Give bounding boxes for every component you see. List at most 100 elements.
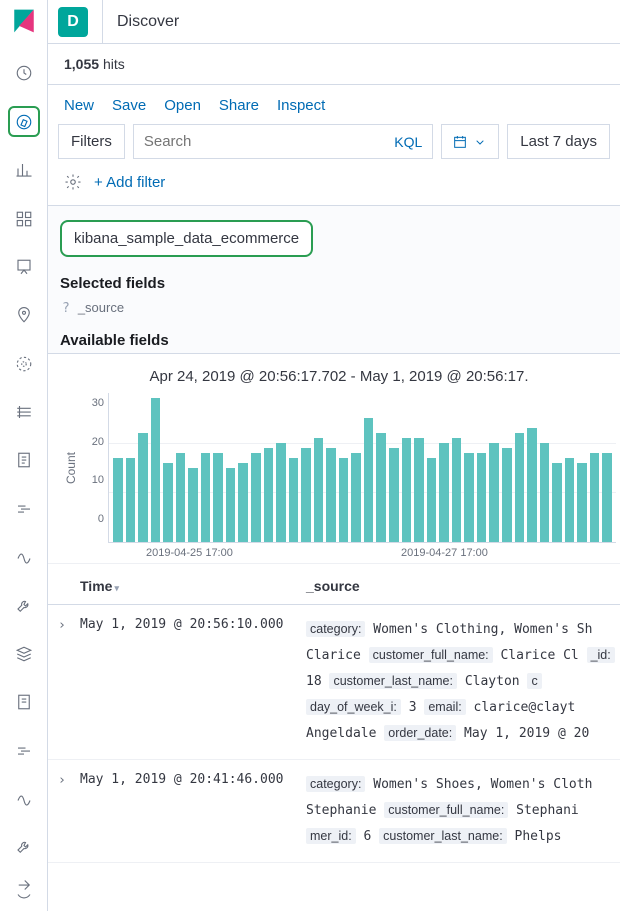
histogram-bar[interactable]: [527, 428, 537, 542]
share-button[interactable]: Share: [219, 97, 259, 114]
histogram-bar[interactable]: [540, 443, 550, 542]
histogram-bar[interactable]: [489, 443, 499, 542]
expand-row-icon[interactable]: ›: [48, 617, 76, 633]
expand-row-icon[interactable]: ›: [48, 772, 76, 788]
main-content: D Discover 1,055 hits New Save Open Shar…: [48, 0, 620, 911]
histogram-bar[interactable]: [226, 468, 236, 543]
yaxis-label: Count: [62, 452, 80, 484]
histogram-bar[interactable]: [565, 458, 575, 542]
selected-fields-heading: Selected fields: [48, 269, 620, 296]
col-time-header[interactable]: Time▾: [76, 578, 306, 594]
histogram-chart[interactable]: Count 30 20 10 0: [62, 393, 616, 543]
cell-time: May 1, 2019 @ 20:56:10.000: [76, 617, 306, 632]
chevron-down-icon: [472, 134, 488, 150]
histogram-bar[interactable]: [151, 398, 161, 542]
histogram-bar[interactable]: [213, 453, 223, 542]
histogram-bar[interactable]: [402, 438, 412, 542]
histogram-bar[interactable]: [314, 438, 324, 542]
histogram-bars[interactable]: [108, 393, 616, 543]
ml-icon[interactable]: [8, 348, 40, 378]
histogram-bar[interactable]: [326, 448, 336, 542]
dashboard-icon[interactable]: [8, 203, 40, 233]
histogram-bar[interactable]: [289, 458, 299, 542]
histogram-bar[interactable]: [339, 458, 349, 542]
yaxis-ticks: 30 20 10 0: [80, 393, 108, 543]
histogram-bar[interactable]: [439, 443, 449, 542]
histogram-bar[interactable]: [590, 453, 600, 542]
search-input[interactable]: [144, 133, 386, 150]
histogram-bar[interactable]: [502, 448, 512, 542]
index-pattern-selector[interactable]: kibana_sample_data_ecommerce: [60, 220, 313, 257]
visualize-icon[interactable]: [8, 155, 40, 185]
date-range-display[interactable]: Last 7 days: [507, 124, 610, 159]
logs-icon[interactable]: [8, 445, 40, 475]
open-button[interactable]: Open: [164, 97, 201, 114]
left-nav: [0, 0, 48, 911]
query-bar: Filters KQL Last 7 days: [48, 124, 620, 169]
histogram-bar[interactable]: [577, 463, 587, 542]
selected-field-source[interactable]: ?_source: [48, 296, 620, 326]
histogram-bar[interactable]: [163, 463, 173, 542]
table-header: Time▾ _source: [48, 564, 620, 605]
histogram-bar[interactable]: [364, 418, 374, 542]
histogram-bar[interactable]: [376, 433, 386, 542]
new-button[interactable]: New: [64, 97, 94, 114]
histogram-bar[interactable]: [427, 458, 437, 542]
filter-controls: + Add filter: [48, 169, 620, 206]
gear-icon[interactable]: [64, 173, 82, 191]
histogram-bar[interactable]: [452, 438, 462, 542]
histogram-bar[interactable]: [389, 448, 399, 542]
histogram-bar[interactable]: [238, 463, 248, 542]
recent-icon[interactable]: [8, 58, 40, 88]
kql-toggle[interactable]: KQL: [394, 134, 422, 150]
col-source-header[interactable]: _source: [306, 578, 620, 594]
histogram-bar[interactable]: [477, 453, 487, 542]
maps-icon[interactable]: [8, 300, 40, 330]
histogram-bar[interactable]: [251, 453, 261, 542]
add-filter-link[interactable]: + Add filter: [94, 174, 165, 191]
discover-icon[interactable]: [8, 106, 40, 137]
apm2-icon[interactable]: [8, 735, 40, 765]
histogram-bar[interactable]: [414, 438, 424, 542]
histogram-bar[interactable]: [201, 453, 211, 542]
cell-source: category: Women's Shoes, Women's Cloth S…: [306, 772, 620, 850]
datepicker-button[interactable]: [441, 124, 499, 159]
available-fields-heading[interactable]: Available fields: [48, 326, 620, 353]
save-button[interactable]: Save: [112, 97, 146, 114]
cell-source: category: Women's Clothing, Women's Sh C…: [306, 617, 620, 747]
histogram-bar[interactable]: [351, 453, 361, 542]
uptime2-icon[interactable]: [8, 784, 40, 814]
histogram-bar[interactable]: [188, 468, 198, 543]
apm-icon[interactable]: [8, 494, 40, 524]
histogram-bar[interactable]: [138, 433, 148, 542]
histogram-bar[interactable]: [602, 453, 612, 542]
histogram-bar[interactable]: [552, 463, 562, 542]
cell-time: May 1, 2019 @ 20:41:46.000: [76, 772, 306, 787]
devtools2-icon[interactable]: [8, 832, 40, 862]
hits-bar: 1,055 hits: [48, 44, 620, 85]
xaxis-ticks: 2019-04-25 17:00 2019-04-27 17:00: [62, 543, 616, 559]
filters-button[interactable]: Filters: [58, 124, 125, 159]
management-icon[interactable]: [8, 687, 40, 717]
collapse-icon[interactable]: [8, 869, 40, 901]
canvas-icon[interactable]: [8, 252, 40, 282]
uptime-icon[interactable]: [8, 542, 40, 572]
kibana-logo[interactable]: [11, 8, 37, 34]
histogram-bar[interactable]: [176, 453, 186, 542]
hits-count: 1,055: [64, 56, 99, 72]
histogram-bar[interactable]: [113, 458, 123, 542]
histogram-bar[interactable]: [301, 448, 311, 542]
devtools-icon[interactable]: [8, 590, 40, 620]
infra-icon[interactable]: [8, 397, 40, 427]
histogram-bar[interactable]: [276, 443, 286, 542]
histogram-bar[interactable]: [464, 453, 474, 542]
space-badge[interactable]: D: [58, 7, 88, 37]
stack-icon[interactable]: [8, 639, 40, 669]
histogram-bar[interactable]: [126, 458, 136, 542]
histogram-bar[interactable]: [264, 448, 274, 542]
table-row: ›May 1, 2019 @ 20:56:10.000category: Wom…: [48, 605, 620, 760]
inspect-button[interactable]: Inspect: [277, 97, 325, 114]
topbar: D Discover: [48, 0, 620, 44]
calendar-icon: [452, 134, 468, 150]
histogram-bar[interactable]: [515, 433, 525, 542]
